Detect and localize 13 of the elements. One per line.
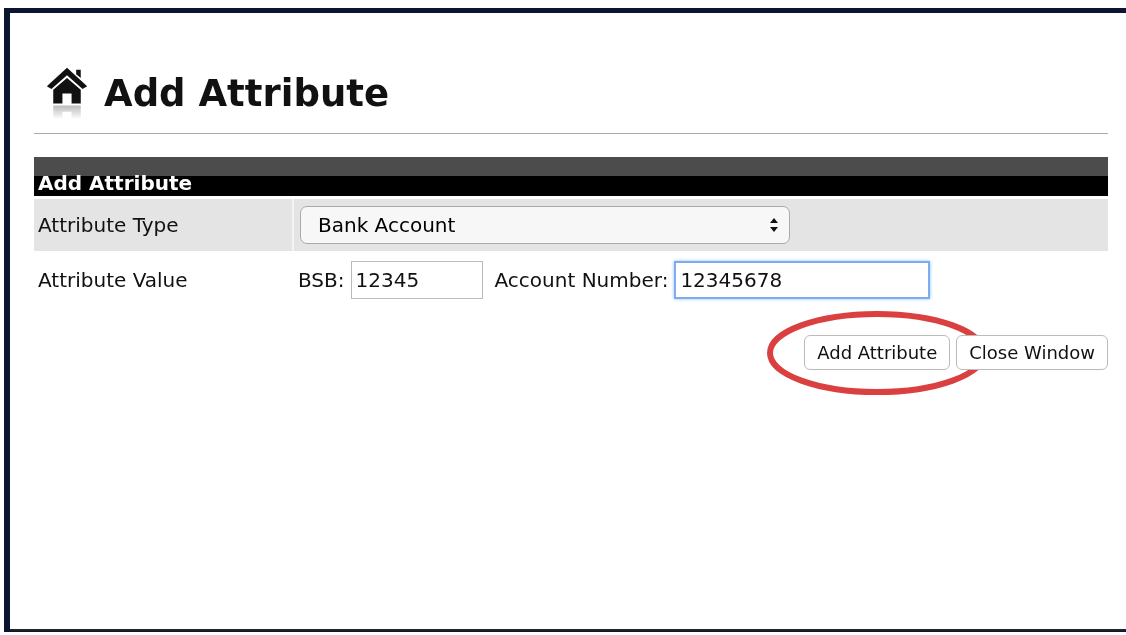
section-title: Add Attribute xyxy=(38,170,193,196)
field-label: Account Number: xyxy=(494,268,669,292)
field-label: Attribute Value xyxy=(37,268,189,292)
page-title: Add Attribute xyxy=(104,71,390,115)
home-icon xyxy=(44,65,90,121)
text-input[interactable]: 12345678 xyxy=(674,261,931,299)
action-button[interactable]: Close Window xyxy=(956,335,1108,370)
field-label: BSB: xyxy=(298,268,345,292)
field-label: Attribute Type xyxy=(37,213,180,237)
attribute-type-select[interactable]: Bank Account xyxy=(300,206,790,244)
action-button[interactable]: Add Attribute xyxy=(804,335,951,370)
dropdown-arrows-icon xyxy=(769,217,779,233)
text-input[interactable]: 12345 xyxy=(350,261,483,299)
